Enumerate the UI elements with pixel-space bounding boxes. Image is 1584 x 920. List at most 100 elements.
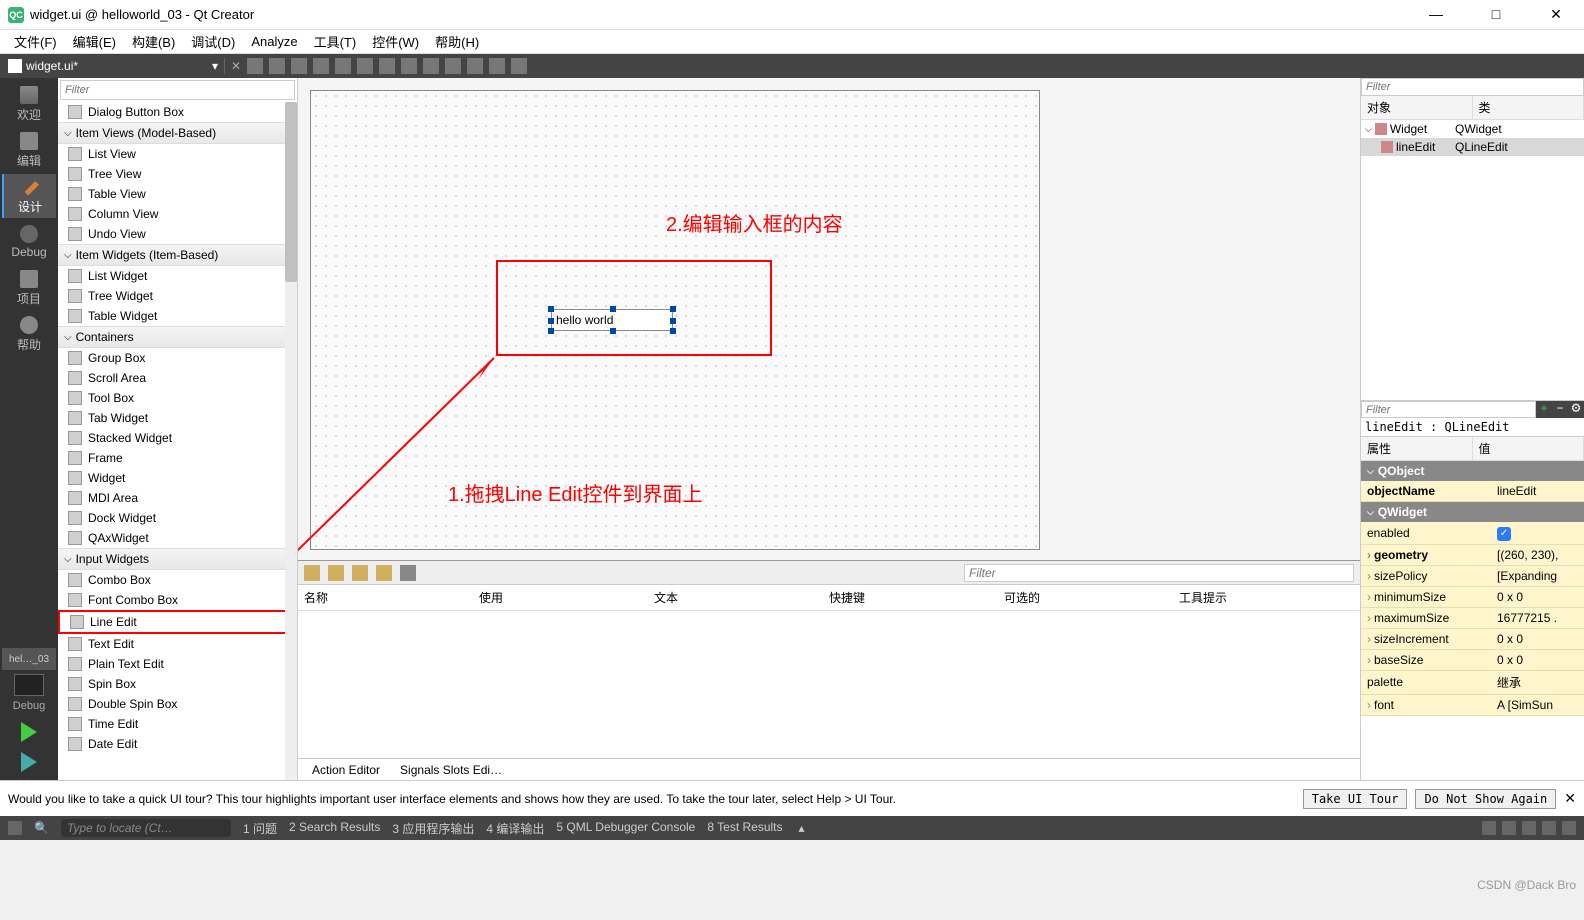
widget-filter[interactable]: [61, 81, 294, 99]
status-item[interactable]: 4 编译输出: [486, 820, 544, 837]
widget-item[interactable]: List View: [58, 144, 297, 164]
widget-item[interactable]: Combo Box: [58, 570, 297, 590]
run-debug-button[interactable]: [21, 752, 37, 772]
widget-item[interactable]: Undo View: [58, 224, 297, 244]
scrollbar[interactable]: [285, 102, 297, 780]
widget-item[interactable]: Tool Box: [58, 388, 297, 408]
widget-item[interactable]: Tree Widget: [58, 286, 297, 306]
widget-item[interactable]: Dock Widget: [58, 508, 297, 528]
target-selector[interactable]: [14, 674, 44, 696]
close-button[interactable]: ✕: [1536, 6, 1576, 23]
mode-welcome[interactable]: 欢迎: [2, 82, 56, 126]
action-table-body[interactable]: [298, 611, 1360, 758]
toolbar-btn[interactable]: [291, 58, 307, 74]
property-row[interactable]: fontA [SimSun: [1361, 695, 1584, 716]
property-row[interactable]: maximumSize16777215 .: [1361, 608, 1584, 629]
bottom-tab[interactable]: Action Editor: [304, 761, 388, 779]
action-icon[interactable]: [328, 565, 344, 581]
toolbar-btn[interactable]: [511, 58, 527, 74]
toolbar-btn[interactable]: [335, 58, 351, 74]
close-tour-icon[interactable]: ✕: [1564, 790, 1576, 807]
menu-item[interactable]: 调试(D): [185, 30, 241, 53]
widget-item[interactable]: Table View: [58, 184, 297, 204]
toolbar-btn[interactable]: [423, 58, 439, 74]
close-icon[interactable]: ✕: [231, 59, 241, 73]
property-row[interactable]: objectNamelineEdit: [1361, 481, 1584, 502]
widget-item[interactable]: Table Widget: [58, 306, 297, 326]
toolbar-btn[interactable]: [489, 58, 505, 74]
widget-item[interactable]: Spin Box: [58, 674, 297, 694]
status-item[interactable]: 2 Search Results: [289, 820, 380, 837]
object-tree-row[interactable]: lineEditQLineEdit: [1361, 138, 1584, 156]
toolbar-btn[interactable]: [357, 58, 373, 74]
status-item[interactable]: 8 Test Results: [707, 820, 782, 837]
status-icon[interactable]: [1482, 821, 1496, 835]
toolbar-btn[interactable]: [269, 58, 285, 74]
mode-projects[interactable]: 项目: [2, 266, 56, 310]
menu-item[interactable]: Analyze: [245, 32, 303, 51]
widget-category[interactable]: Containers: [58, 326, 297, 348]
column-header[interactable]: 工具提示: [1179, 589, 1354, 606]
property-row[interactable]: baseSize0 x 0: [1361, 650, 1584, 671]
widget-item[interactable]: Stacked Widget: [58, 428, 297, 448]
status-item[interactable]: 1 问题: [243, 820, 277, 837]
property-row[interactable]: minimumSize0 x 0: [1361, 587, 1584, 608]
widget-item[interactable]: Line Edit: [58, 610, 297, 634]
widget-category[interactable]: Item Widgets (Item-Based): [58, 244, 297, 266]
maximize-button[interactable]: □: [1476, 6, 1516, 23]
minimize-button[interactable]: —: [1416, 6, 1456, 23]
dismiss-tour-button[interactable]: Do Not Show Again: [1415, 789, 1556, 809]
column-header[interactable]: 可选的: [1004, 589, 1179, 606]
design-canvas[interactable]: hello world 2.编辑输入框的内容 1.拖拽Line Edit控件到界…: [298, 78, 1360, 560]
widget-item[interactable]: MDI Area: [58, 488, 297, 508]
menu-item[interactable]: 控件(W): [366, 30, 425, 53]
widget-item[interactable]: Plain Text Edit: [58, 654, 297, 674]
column-header[interactable]: 文本: [654, 589, 829, 606]
status-item[interactable]: 3 应用程序输出: [392, 820, 474, 837]
property-row[interactable]: palette继承: [1361, 671, 1584, 695]
object-tree-row[interactable]: ⌵WidgetQWidget: [1361, 120, 1584, 138]
locator-input[interactable]: Type to locate (Ct…: [61, 819, 231, 837]
file-label[interactable]: widget.ui* ▾: [8, 59, 218, 73]
toolbar-btn[interactable]: [379, 58, 395, 74]
object-tree[interactable]: ⌵WidgetQWidgetlineEditQLineEdit: [1361, 120, 1584, 400]
widget-item[interactable]: Date Edit: [58, 734, 297, 754]
settings-icon[interactable]: ⚙: [1568, 401, 1584, 417]
property-filter[interactable]: [1361, 401, 1536, 418]
column-header[interactable]: 使用: [479, 589, 654, 606]
widget-item[interactable]: Text Edit: [58, 634, 297, 654]
bottom-tab[interactable]: Signals Slots Edi…: [392, 761, 510, 779]
menu-item[interactable]: 编辑(E): [67, 30, 122, 53]
menu-item[interactable]: 工具(T): [308, 30, 363, 53]
run-button[interactable]: [21, 722, 37, 742]
project-tab[interactable]: hel…_03: [2, 648, 56, 670]
status-icon[interactable]: [1502, 821, 1516, 835]
new-action-icon[interactable]: [304, 565, 320, 581]
widget-item[interactable]: Tree View: [58, 164, 297, 184]
mode-help[interactable]: 帮助: [2, 312, 56, 356]
toggle-left-icon[interactable]: [8, 821, 22, 835]
column-header[interactable]: 名称: [304, 589, 479, 606]
action-filter[interactable]: [964, 564, 1354, 582]
take-tour-button[interactable]: Take UI Tour: [1303, 789, 1408, 809]
widget-item[interactable]: Tab Widget: [58, 408, 297, 428]
widget-list[interactable]: Dialog Button BoxItem Views (Model-Based…: [58, 102, 297, 780]
widget-item[interactable]: Frame: [58, 448, 297, 468]
mode-debug[interactable]: Debug: [2, 220, 56, 264]
property-row[interactable]: enabled✓: [1361, 522, 1584, 545]
toolbar-btn[interactable]: [467, 58, 483, 74]
property-group[interactable]: QObject: [1361, 461, 1584, 481]
property-group[interactable]: QWidget: [1361, 502, 1584, 522]
action-icon[interactable]: [376, 565, 392, 581]
status-item[interactable]: 5 QML Debugger Console: [556, 820, 695, 837]
toolbar-btn[interactable]: [401, 58, 417, 74]
status-icon[interactable]: [1522, 821, 1536, 835]
action-icon[interactable]: [352, 565, 368, 581]
widget-item[interactable]: Column View: [58, 204, 297, 224]
menu-item[interactable]: 帮助(H): [429, 30, 485, 53]
toolbar-btn[interactable]: [247, 58, 263, 74]
remove-property-icon[interactable]: −: [1552, 401, 1568, 417]
property-row[interactable]: sizeIncrement0 x 0: [1361, 629, 1584, 650]
object-filter[interactable]: [1361, 78, 1584, 96]
widget-item[interactable]: Group Box: [58, 348, 297, 368]
